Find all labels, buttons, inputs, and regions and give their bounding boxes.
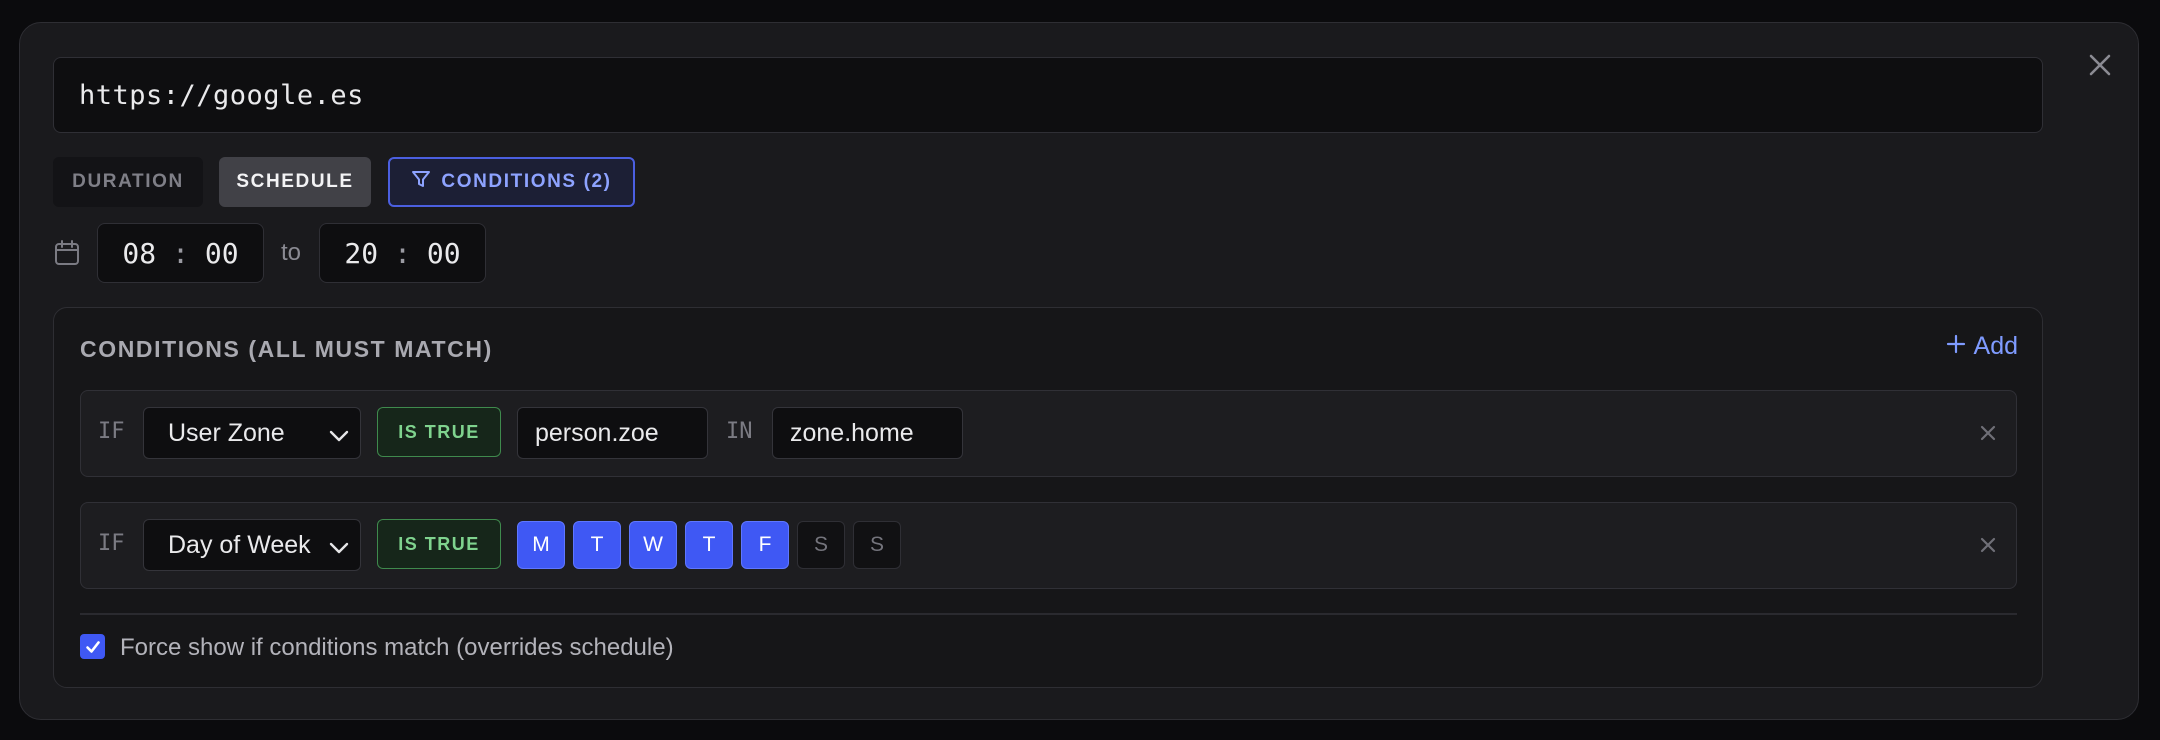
remove-condition-icon[interactable]: [1974, 419, 2002, 447]
operator-label: IS TRUE: [398, 421, 480, 442]
in-label: IN: [726, 419, 753, 444]
time-separator: :: [172, 236, 189, 270]
condition-type-value: User Zone: [168, 418, 285, 447]
tab-duration[interactable]: DURATION: [53, 157, 203, 207]
end-hour[interactable]: 20: [344, 237, 378, 270]
entity-input[interactable]: person.zoe: [517, 407, 708, 459]
day-label: T: [702, 533, 716, 556]
day-toggle-saturday[interactable]: S: [797, 521, 845, 569]
day-label: S: [813, 533, 828, 556]
add-condition-button[interactable]: Add: [1946, 332, 2018, 361]
day-toggle-monday[interactable]: M: [517, 521, 565, 569]
day-toggle-wednesday[interactable]: W: [629, 521, 677, 569]
entry-editor-card: https://google.es DURATION SCHEDULE COND…: [19, 22, 2139, 720]
day-toggle-thursday[interactable]: T: [685, 521, 733, 569]
day-label: F: [758, 533, 772, 556]
tab-schedule[interactable]: SCHEDULE: [219, 157, 371, 207]
checkmark-icon: [85, 640, 100, 653]
force-show-label[interactable]: Force show if conditions match (override…: [120, 634, 674, 662]
condition-type-select[interactable]: Day of Week: [143, 519, 361, 571]
tab-duration-label: DURATION: [72, 171, 184, 192]
url-value: https://google.es: [79, 79, 364, 111]
day-label: W: [643, 533, 663, 556]
day-toggle-tuesday[interactable]: T: [573, 521, 621, 569]
force-show-checkbox[interactable]: [80, 634, 105, 659]
operator-label: IS TRUE: [398, 533, 480, 554]
add-condition-label: Add: [1973, 332, 2018, 360]
divider: [80, 613, 2017, 615]
conditions-panel: CONDITIONS (ALL MUST MATCH) Add IF User …: [53, 307, 2043, 688]
day-toggle-sunday[interactable]: S: [853, 521, 901, 569]
condition-row-user-zone: IF User Zone IS TRUE person.zoe IN zone.…: [80, 390, 2017, 477]
day-toggle-friday[interactable]: F: [741, 521, 789, 569]
if-label: IF: [98, 531, 125, 556]
tab-conditions-label: CONDITIONS (2): [441, 171, 612, 192]
condition-type-value: Day of Week: [168, 530, 311, 559]
conditions-title: CONDITIONS (ALL MUST MATCH): [80, 336, 493, 362]
operator-toggle[interactable]: IS TRUE: [377, 407, 501, 457]
zone-value: zone.home: [790, 418, 914, 447]
day-label: S: [869, 533, 884, 556]
time-separator: :: [394, 236, 411, 270]
start-minute[interactable]: 00: [205, 237, 239, 270]
filter-icon: [411, 169, 431, 195]
day-label: T: [590, 533, 604, 556]
remove-condition-icon[interactable]: [1974, 531, 2002, 559]
calendar-icon: [53, 239, 81, 267]
time-range-to-label: to: [281, 239, 302, 266]
day-label: M: [532, 533, 550, 556]
operator-toggle[interactable]: IS TRUE: [377, 519, 501, 569]
end-time-input[interactable]: 20 : 00: [319, 223, 486, 283]
tab-conditions[interactable]: CONDITIONS (2): [388, 157, 635, 207]
end-minute[interactable]: 00: [427, 237, 461, 270]
condition-row-day-of-week: IF Day of Week IS TRUE M T W T F S S: [80, 502, 2017, 589]
tab-schedule-label: SCHEDULE: [236, 171, 354, 192]
entity-value: person.zoe: [535, 418, 659, 447]
chevron-down-icon: [328, 536, 350, 565]
url-input[interactable]: https://google.es: [53, 57, 2043, 133]
chevron-down-icon: [328, 424, 350, 453]
close-icon[interactable]: [2083, 48, 2117, 82]
zone-input[interactable]: zone.home: [772, 407, 963, 459]
plus-icon: [1946, 332, 1966, 361]
if-label: IF: [98, 419, 125, 444]
start-time-input[interactable]: 08 : 00: [97, 223, 264, 283]
condition-type-select[interactable]: User Zone: [143, 407, 361, 459]
start-hour[interactable]: 08: [122, 237, 156, 270]
